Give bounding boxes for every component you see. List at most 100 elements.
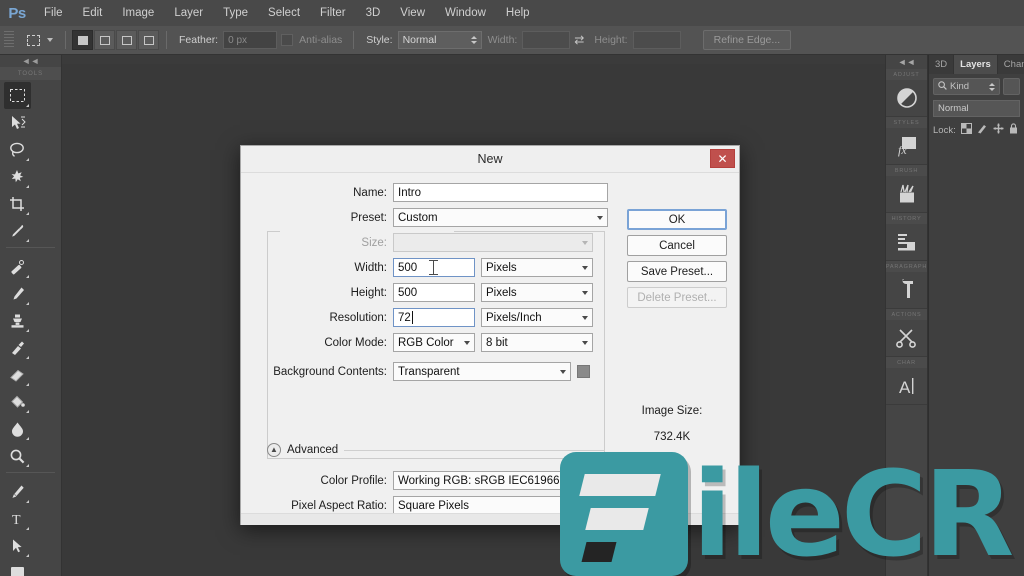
swap-width-height-icon[interactable]: ⇄ [570, 31, 588, 49]
layer-filter-toggle-button[interactable] [1003, 78, 1020, 95]
double-chevron-right-icon[interactable]: ◄◄ [886, 55, 927, 69]
tool-presets-scissors-icon[interactable] [886, 320, 927, 356]
type-tool[interactable]: T [4, 505, 31, 532]
lock-image-pixels-icon[interactable] [977, 123, 988, 137]
menu-file[interactable]: File [34, 0, 73, 26]
character-type-icon[interactable]: A [886, 368, 927, 404]
lock-transparent-pixels-icon[interactable] [960, 123, 972, 137]
background-contents-select[interactable]: Transparent [393, 362, 571, 381]
eraser-tool[interactable] [4, 361, 31, 388]
eyedropper-tool[interactable] [4, 217, 31, 244]
brush-tool[interactable] [4, 280, 31, 307]
text-caret [411, 311, 413, 324]
rectangle-tool[interactable] [4, 559, 31, 576]
crop-tool[interactable] [4, 190, 31, 217]
layer-filter-kind-select[interactable]: Kind [933, 78, 1000, 95]
double-chevron-left-icon[interactable]: ◄◄ [0, 55, 61, 67]
lock-position-icon[interactable] [993, 123, 1004, 137]
options-bar-grip[interactable] [4, 31, 14, 49]
rail-tab-label: BRUSH [886, 165, 927, 176]
new-selection-button[interactable] [72, 30, 93, 50]
color-mode-select[interactable]: RGB Color [393, 333, 475, 352]
paragraph-icon[interactable] [886, 272, 927, 308]
dodge-tool[interactable] [4, 442, 31, 469]
menu-3d[interactable]: 3D [356, 0, 391, 26]
add-to-selection-button[interactable] [94, 30, 115, 50]
style-select[interactable]: Normal [397, 31, 482, 49]
spot-healing-brush-tool[interactable] [4, 253, 31, 280]
menu-help[interactable]: Help [496, 0, 540, 26]
intersect-with-selection-button[interactable] [138, 30, 159, 50]
resolution-value: 72 [398, 311, 411, 324]
divider [353, 31, 355, 49]
menu-layer[interactable]: Layer [164, 0, 213, 26]
resolution-unit-select[interactable]: Pixels/Inch [481, 308, 593, 327]
brush-presets-icon[interactable] [886, 176, 927, 212]
new-document-dialog: New ✕ Name: Intro Preset: Custom Size: W… [240, 145, 740, 525]
menu-window[interactable]: Window [435, 0, 496, 26]
cancel-button[interactable]: Cancel [627, 235, 727, 256]
layer-filter-row: Kind [933, 78, 1020, 95]
menu-image[interactable]: Image [112, 0, 164, 26]
blur-tool[interactable] [4, 415, 31, 442]
ok-button[interactable]: OK [627, 209, 727, 230]
width-input[interactable]: 500 [393, 258, 475, 277]
tab-3d[interactable]: 3D [929, 55, 955, 74]
menu-select[interactable]: Select [258, 0, 310, 26]
anti-alias-checkbox[interactable] [281, 34, 294, 46]
resolution-input[interactable]: 72 [393, 308, 475, 327]
save-preset-button[interactable]: Save Preset... [627, 261, 727, 282]
color-profile-select[interactable]: Working RGB: sRGB IEC61966-2. [393, 471, 598, 490]
histogram-icon[interactable] [886, 224, 927, 260]
close-icon[interactable]: ✕ [710, 149, 735, 168]
refine-edge-button[interactable]: Refine Edge... [702, 30, 792, 50]
paint-bucket-tool[interactable] [4, 388, 31, 415]
clone-stamp-tool[interactable] [4, 307, 31, 334]
name-input[interactable]: Intro [393, 183, 608, 202]
height-input[interactable]: 500 [393, 283, 475, 302]
advanced-section-header[interactable]: ▲ Advanced [267, 443, 605, 457]
height-unit-select[interactable]: Pixels [481, 283, 593, 302]
adjustments-icon[interactable] [886, 80, 927, 116]
menu-filter[interactable]: Filter [310, 0, 356, 26]
lock-row: Lock: [933, 123, 1020, 137]
width-unit-select[interactable]: Pixels [481, 258, 593, 277]
image-size-label: Image Size: [641, 405, 703, 417]
color-depth-select[interactable]: 8 bit [481, 333, 593, 352]
lasso-tool[interactable] [4, 136, 31, 163]
rail-group-history: HISTORY [886, 213, 927, 261]
width-input[interactable] [522, 31, 571, 49]
dialog-title-bar[interactable]: New ✕ [241, 146, 739, 173]
feather-input[interactable]: 0 px [223, 31, 278, 49]
dialog-title: New [477, 152, 503, 166]
path-selection-tool[interactable] [4, 532, 31, 559]
delete-preset-button: Delete Preset... [627, 287, 727, 308]
chevron-down-icon[interactable] [47, 38, 53, 42]
pen-tool[interactable] [4, 478, 31, 505]
move-tool[interactable] [4, 109, 31, 136]
name-row: Name: Intro [253, 183, 727, 202]
menu-view[interactable]: View [390, 0, 435, 26]
rail-group-adjustments: ADJUST [886, 69, 927, 117]
document-tab-bar [62, 55, 888, 64]
rectangular-marquee-tool[interactable] [4, 82, 31, 109]
tab-layers[interactable]: Layers [954, 55, 998, 74]
history-brush-tool[interactable] [4, 334, 31, 361]
layers-panel-body: Kind Normal Lock: [929, 74, 1024, 141]
tab-channels[interactable]: Channe [997, 55, 1024, 74]
height-input[interactable] [632, 31, 681, 49]
lock-all-icon[interactable] [1009, 123, 1018, 137]
subtract-from-selection-button[interactable] [116, 30, 137, 50]
rectangular-marquee-icon[interactable] [22, 30, 44, 50]
magic-wand-tool[interactable] [4, 163, 31, 190]
menu-type[interactable]: Type [213, 0, 258, 26]
color-mode-row: Color Mode: RGB Color 8 bit [253, 333, 727, 352]
layer-styles-fx-icon[interactable]: fx [886, 128, 927, 164]
chevron-up-icon[interactable]: ▲ [267, 443, 281, 457]
blend-mode-select[interactable]: Normal [933, 100, 1020, 117]
preset-select[interactable]: Custom [393, 208, 608, 227]
background-color-swatch[interactable] [577, 365, 590, 378]
background-contents-label: Background Contents: [273, 365, 387, 378]
menu-edit[interactable]: Edit [73, 0, 113, 26]
divider [65, 31, 66, 49]
